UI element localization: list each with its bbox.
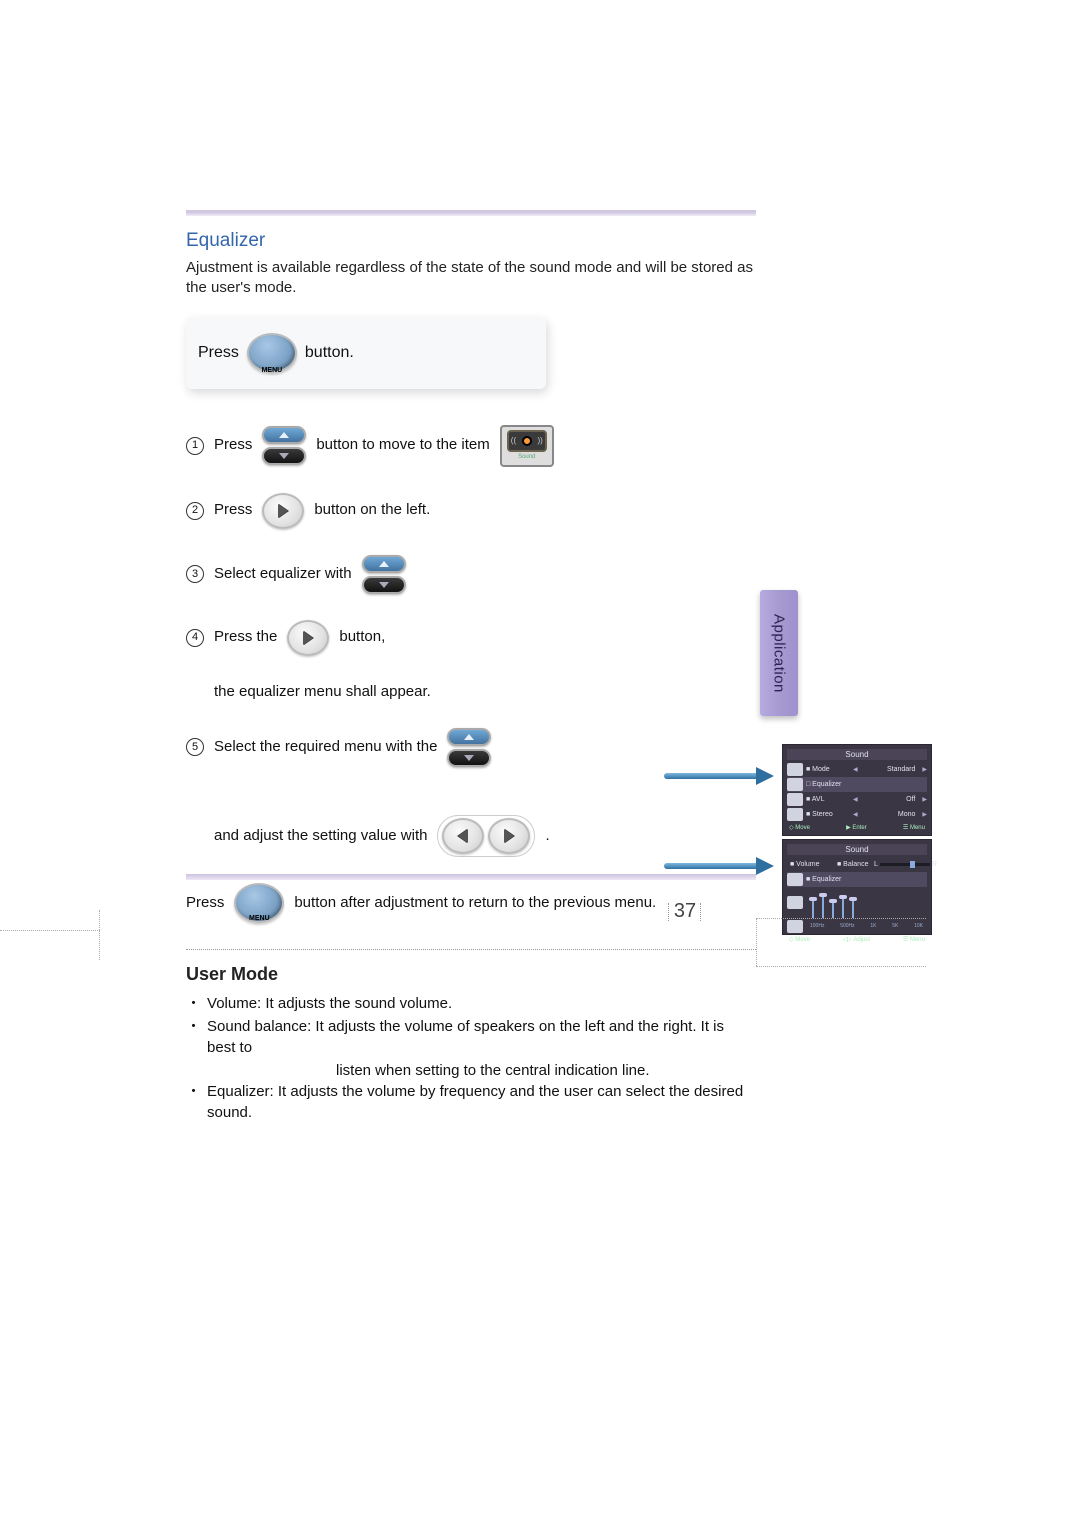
right-button-icon <box>262 493 304 529</box>
section-divider <box>186 949 756 950</box>
sound-menu-icon: (()) Sound <box>500 425 554 467</box>
section-title: Equalizer <box>186 230 756 252</box>
page-number: 37 <box>620 900 750 923</box>
flow-arrow-icon <box>656 769 774 787</box>
step-number: 2 <box>186 502 204 520</box>
left-right-button-icon <box>437 815 535 857</box>
step-3: 3 Select equalizer with <box>186 555 756 594</box>
user-mode-bullets: ・Volume: It adjusts the sound volume. ・S… <box>186 993 756 1123</box>
step-5: 5 Select the required menu with the and … <box>186 728 756 857</box>
user-mode-title: User Mode <box>186 964 756 985</box>
step-number: 4 <box>186 629 204 647</box>
step-2: 2 Press button on the left. <box>186 493 756 529</box>
steps-list: 1 Press button to move to the item (()) … <box>186 419 756 923</box>
section-intro: Ajustment is available regardless of the… <box>186 258 756 299</box>
corner-decoration <box>0 930 100 970</box>
up-down-button-icon <box>262 426 306 465</box>
bottom-divider <box>186 874 756 880</box>
section-tab: Application <box>760 590 798 716</box>
menu-button-icon: MENU <box>247 333 297 373</box>
press-label: Press <box>198 344 239 362</box>
step-4: 4 Press the button, the equalizer menu s… <box>186 620 756 702</box>
up-down-button-icon <box>362 555 406 594</box>
button-label: button. <box>305 344 354 362</box>
step-1: 1 Press button to move to the item (()) … <box>186 425 756 467</box>
step-number: 3 <box>186 565 204 583</box>
menu-button-icon: MENU <box>234 883 284 923</box>
top-divider <box>186 210 756 216</box>
step-number: 1 <box>186 437 204 455</box>
osd-sound-menu: Sound ■ Mode◀Standard▶ □ Equalizer ■ AVL… <box>782 744 932 836</box>
corner-decoration <box>756 918 926 968</box>
right-button-icon <box>287 620 329 656</box>
initial-step-box: Press MENU button. <box>186 317 546 389</box>
step-number: 5 <box>186 738 204 756</box>
up-down-button-icon <box>447 728 491 767</box>
